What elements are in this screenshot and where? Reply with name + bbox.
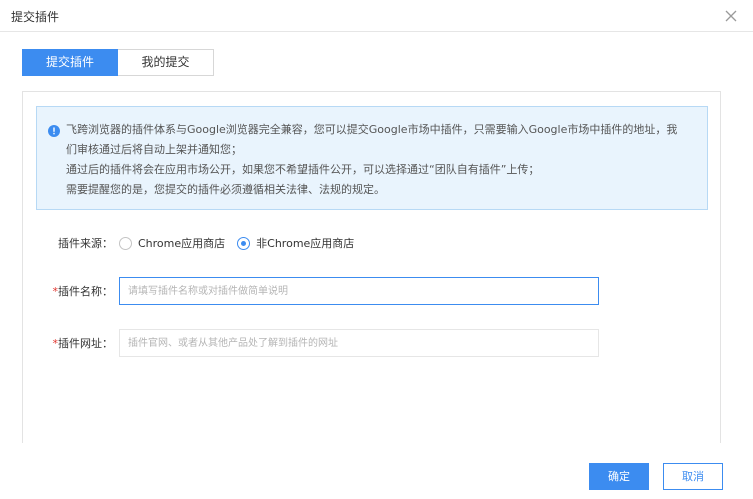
notice-line: 们审核通过后将自动上架并通知您； [66, 143, 242, 156]
confirm-button[interactable]: 确定 [589, 463, 649, 490]
submit-plugin-dialog: 提交插件 提交插件 我的提交 飞跨浏览器的插件体系与Google浏览器完全兼容，… [0, 0, 753, 499]
info-icon [48, 122, 60, 137]
cancel-button[interactable]: 取消 [663, 463, 723, 490]
close-icon[interactable] [723, 8, 739, 24]
form-panel: 飞跨浏览器的插件体系与Google浏览器完全兼容，您可以提交Google市场中插… [22, 91, 721, 443]
notice-text: 飞跨浏览器的插件体系与Google浏览器完全兼容，您可以提交Google市场中插… [66, 120, 696, 200]
radio-non-chrome-store-label: 非Chrome应用商店 [256, 237, 355, 250]
radio-chrome-store[interactable]: Chrome应用商店 [119, 235, 225, 251]
name-row: *插件名称： [23, 277, 599, 305]
name-label: 插件名称： [58, 285, 113, 298]
plugin-name-input[interactable] [119, 277, 599, 305]
url-label-wrap: *插件网址： [23, 335, 119, 351]
radio-chrome-store-circle[interactable] [119, 236, 132, 250]
notice-line: 通过后的插件将会在应用市场公开，如果您不希望插件公开，可以选择通过“团队自有插件… [66, 163, 540, 176]
source-row: 插件来源： Chrome应用商店 非Chrome应用商店 [23, 235, 366, 251]
name-label-wrap: *插件名称： [23, 283, 119, 299]
radio-non-chrome-store[interactable]: 非Chrome应用商店 [237, 235, 354, 251]
tab-bar: 提交插件 我的提交 [22, 49, 214, 76]
notice-line: 飞跨浏览器的插件体系与Google浏览器完全兼容，您可以提交Google市场中插… [66, 123, 678, 136]
url-label: 插件网址： [58, 337, 113, 350]
notice-line: 需要提醒您的是，您提交的插件必须遵循相关法律、法规的规定。 [66, 183, 385, 196]
source-label: 插件来源： [58, 237, 113, 250]
plugin-url-input[interactable] [119, 329, 599, 357]
tab-my-submissions[interactable]: 我的提交 [118, 49, 214, 76]
radio-chrome-store-label: Chrome应用商店 [138, 237, 226, 250]
radio-non-chrome-store-circle[interactable] [237, 236, 251, 250]
url-row: *插件网址： [23, 329, 599, 357]
tab-submit-plugin[interactable]: 提交插件 [22, 49, 118, 76]
notice-box: 飞跨浏览器的插件体系与Google浏览器完全兼容，您可以提交Google市场中插… [36, 106, 708, 210]
dialog-title-bar: 提交插件 [0, 0, 753, 32]
dialog-title: 提交插件 [11, 10, 60, 24]
